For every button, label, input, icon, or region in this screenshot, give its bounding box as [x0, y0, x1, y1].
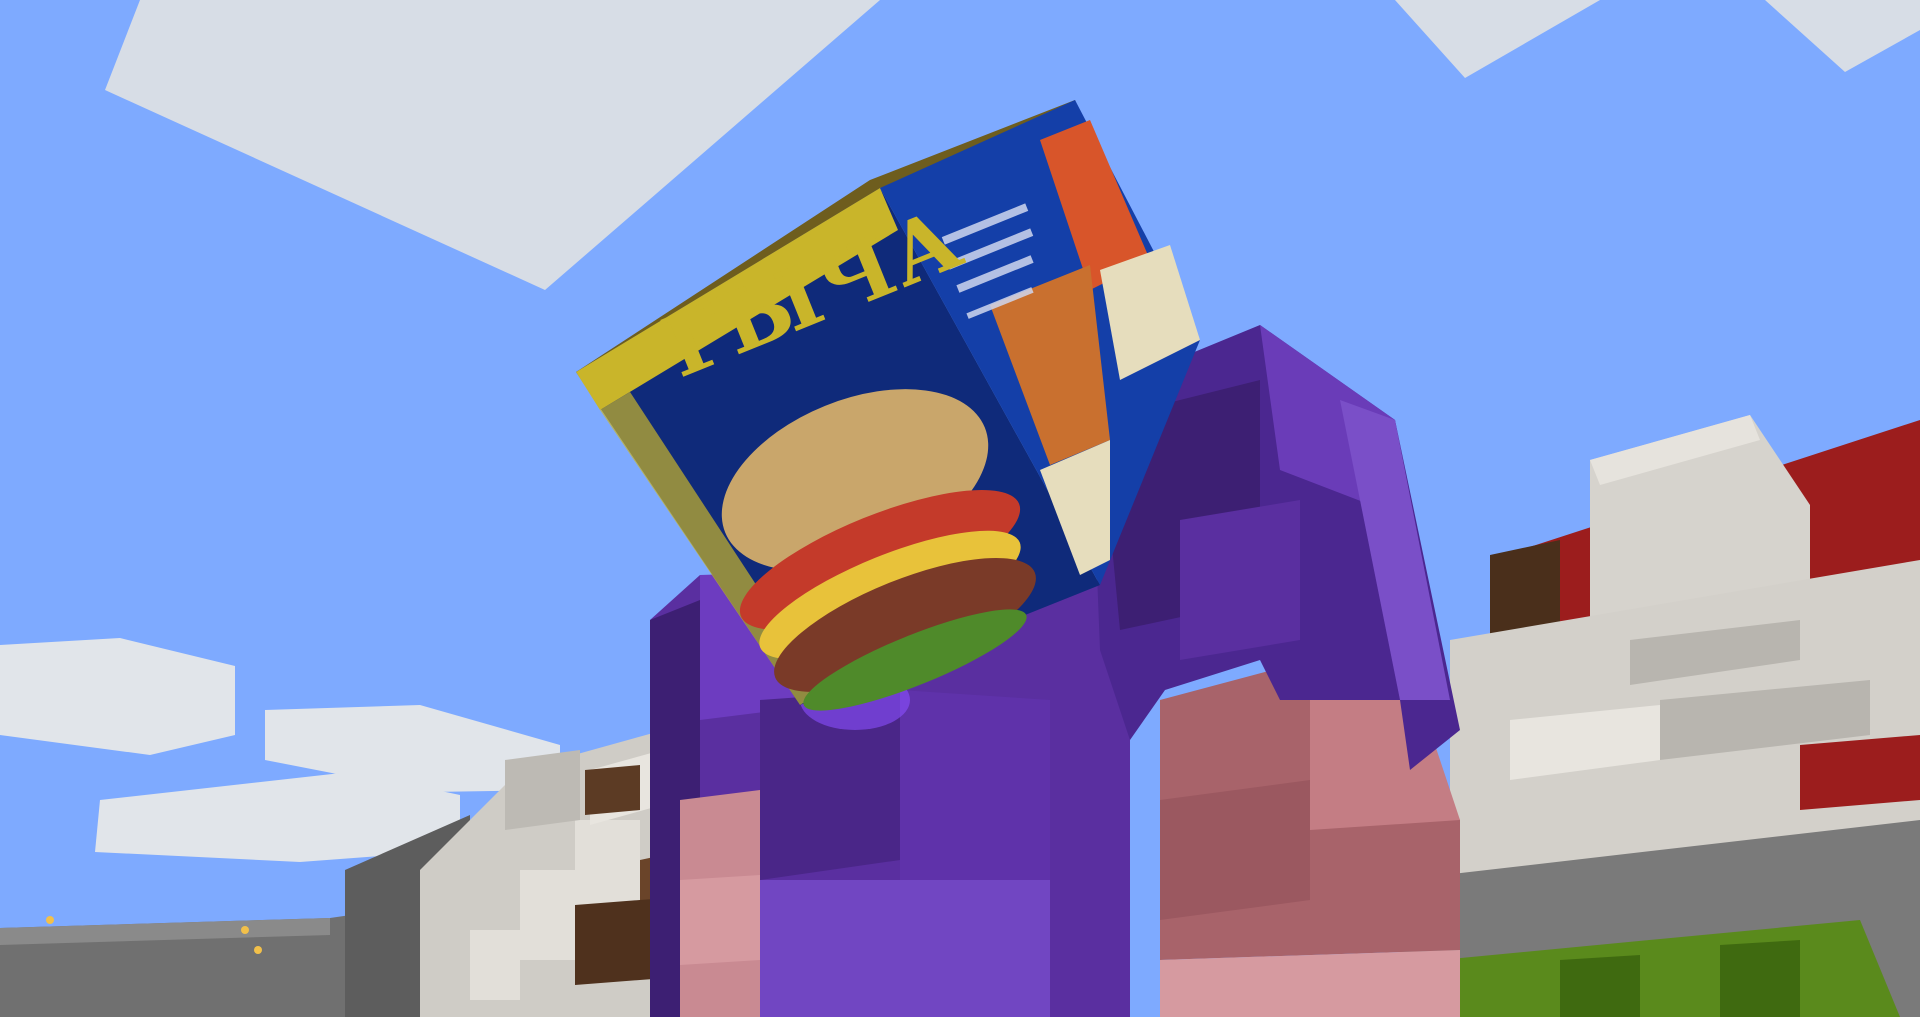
- player-arm-left: [680, 790, 760, 1017]
- game-viewport: [0, 0, 1920, 1017]
